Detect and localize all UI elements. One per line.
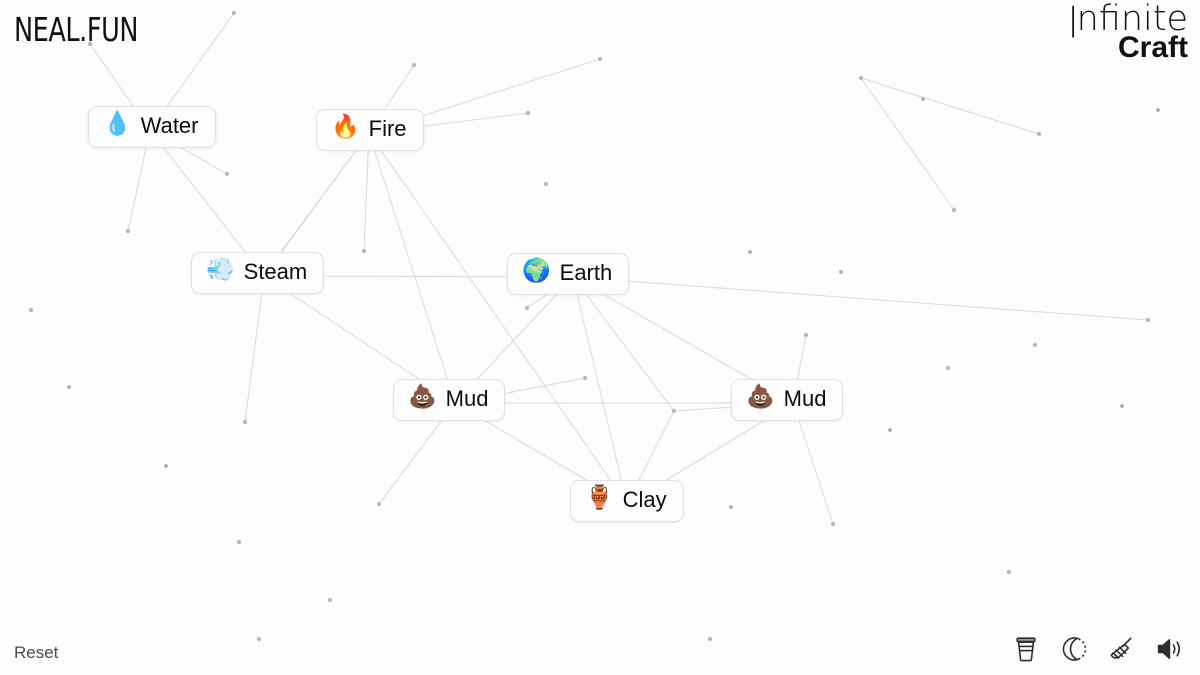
element-label: Water xyxy=(140,113,199,138)
element-label: Fire xyxy=(368,116,407,141)
constellation-dot xyxy=(945,365,951,371)
amphora-emoji: 🏺 xyxy=(585,485,614,512)
constellation-dot xyxy=(524,305,530,311)
constellation-dot xyxy=(1155,107,1161,113)
constellation-dot xyxy=(1145,317,1151,323)
constellation-dot xyxy=(707,636,713,642)
constellation-dot xyxy=(1119,403,1125,409)
constellation-dot xyxy=(125,228,131,234)
game-title: |nfinite Craft xyxy=(1069,0,1188,62)
element-card-steam[interactable]: 💨 Steam xyxy=(191,252,325,294)
constellation-line xyxy=(860,77,1040,135)
globe-africa-emoji: 🌍 xyxy=(522,258,551,285)
element-card-mud[interactable]: 💩 Mud xyxy=(731,379,844,421)
constellation-dot xyxy=(1032,342,1038,348)
element-card-mud[interactable]: 💩 Mud xyxy=(393,379,506,421)
constellation-dot xyxy=(887,427,893,433)
constellation-dot xyxy=(376,501,382,507)
speaker-icon[interactable] xyxy=(1154,633,1186,665)
dashing-away-emoji: 💨 xyxy=(206,257,235,284)
element-card-clay[interactable]: 🏺 Clay xyxy=(570,480,684,522)
element-label: Mud xyxy=(445,386,489,411)
fire-emoji: 🔥 xyxy=(331,114,360,141)
constellation-line xyxy=(368,132,456,404)
constellation-dot xyxy=(66,384,72,390)
constellation-dot xyxy=(728,504,734,510)
reset-button[interactable]: Reset xyxy=(14,643,58,663)
constellation-dot xyxy=(1036,131,1042,137)
water-droplet-emoji: 💧 xyxy=(103,111,132,138)
pile-of-poo-emoji: 💩 xyxy=(746,384,775,411)
constellation-dot xyxy=(951,207,957,213)
constellation-dot xyxy=(858,75,864,81)
element-label: Earth xyxy=(559,260,613,285)
constellation-dot xyxy=(224,171,230,177)
constellation-dot xyxy=(543,181,549,187)
constellation-dot xyxy=(361,248,367,254)
pile-of-poo-emoji: 💩 xyxy=(408,384,437,411)
background-constellation xyxy=(28,10,1161,642)
element-label: Clay xyxy=(622,487,667,512)
element-label: Steam xyxy=(243,259,308,284)
constellation-line xyxy=(792,402,834,525)
coffee-cup-icon[interactable] xyxy=(1010,633,1042,665)
moon-icon[interactable] xyxy=(1058,633,1090,665)
constellation-dot xyxy=(920,96,926,102)
element-card-fire[interactable]: 🔥 Fire xyxy=(316,109,424,151)
constellation-dot xyxy=(236,539,242,545)
constellation-line xyxy=(860,77,955,211)
constellation-line xyxy=(572,276,628,505)
constellation-dot xyxy=(231,10,237,16)
constellation-line xyxy=(368,132,628,505)
constellation-dot xyxy=(242,419,248,425)
constellation-dot xyxy=(1006,569,1012,575)
element-card-water[interactable]: 💧 Water xyxy=(88,106,216,148)
constellation-line xyxy=(244,275,265,423)
broom-icon[interactable] xyxy=(1106,633,1138,665)
title-bar-glyph: | xyxy=(1069,0,1077,38)
constellation-dot xyxy=(163,463,169,469)
constellation-dot xyxy=(582,375,588,381)
tool-bar xyxy=(1010,633,1186,665)
constellation-dot xyxy=(525,110,531,116)
constellation-dot xyxy=(327,597,333,603)
constellation-dot xyxy=(411,62,417,68)
constellation-dot xyxy=(747,249,753,255)
constellation-dot xyxy=(28,307,34,313)
constellation-dot xyxy=(597,56,603,62)
constellation-dot xyxy=(256,636,262,642)
constellation-dot xyxy=(671,408,677,414)
neal-fun-logo[interactable]: NEAL.FUN xyxy=(14,10,138,49)
element-label: Mud xyxy=(783,386,827,411)
constellation-dot xyxy=(838,269,844,275)
constellation-dot xyxy=(830,521,836,527)
infinite-craft-app: NEAL.FUN |nfinite Craft 💧 Water 🔥 Fire 💨 Stea… xyxy=(0,0,1200,675)
element-card-earth[interactable]: 🌍 Earth xyxy=(507,253,630,295)
constellation-line xyxy=(572,276,1149,321)
constellation-line xyxy=(572,276,675,412)
constellation-dot xyxy=(803,332,809,338)
